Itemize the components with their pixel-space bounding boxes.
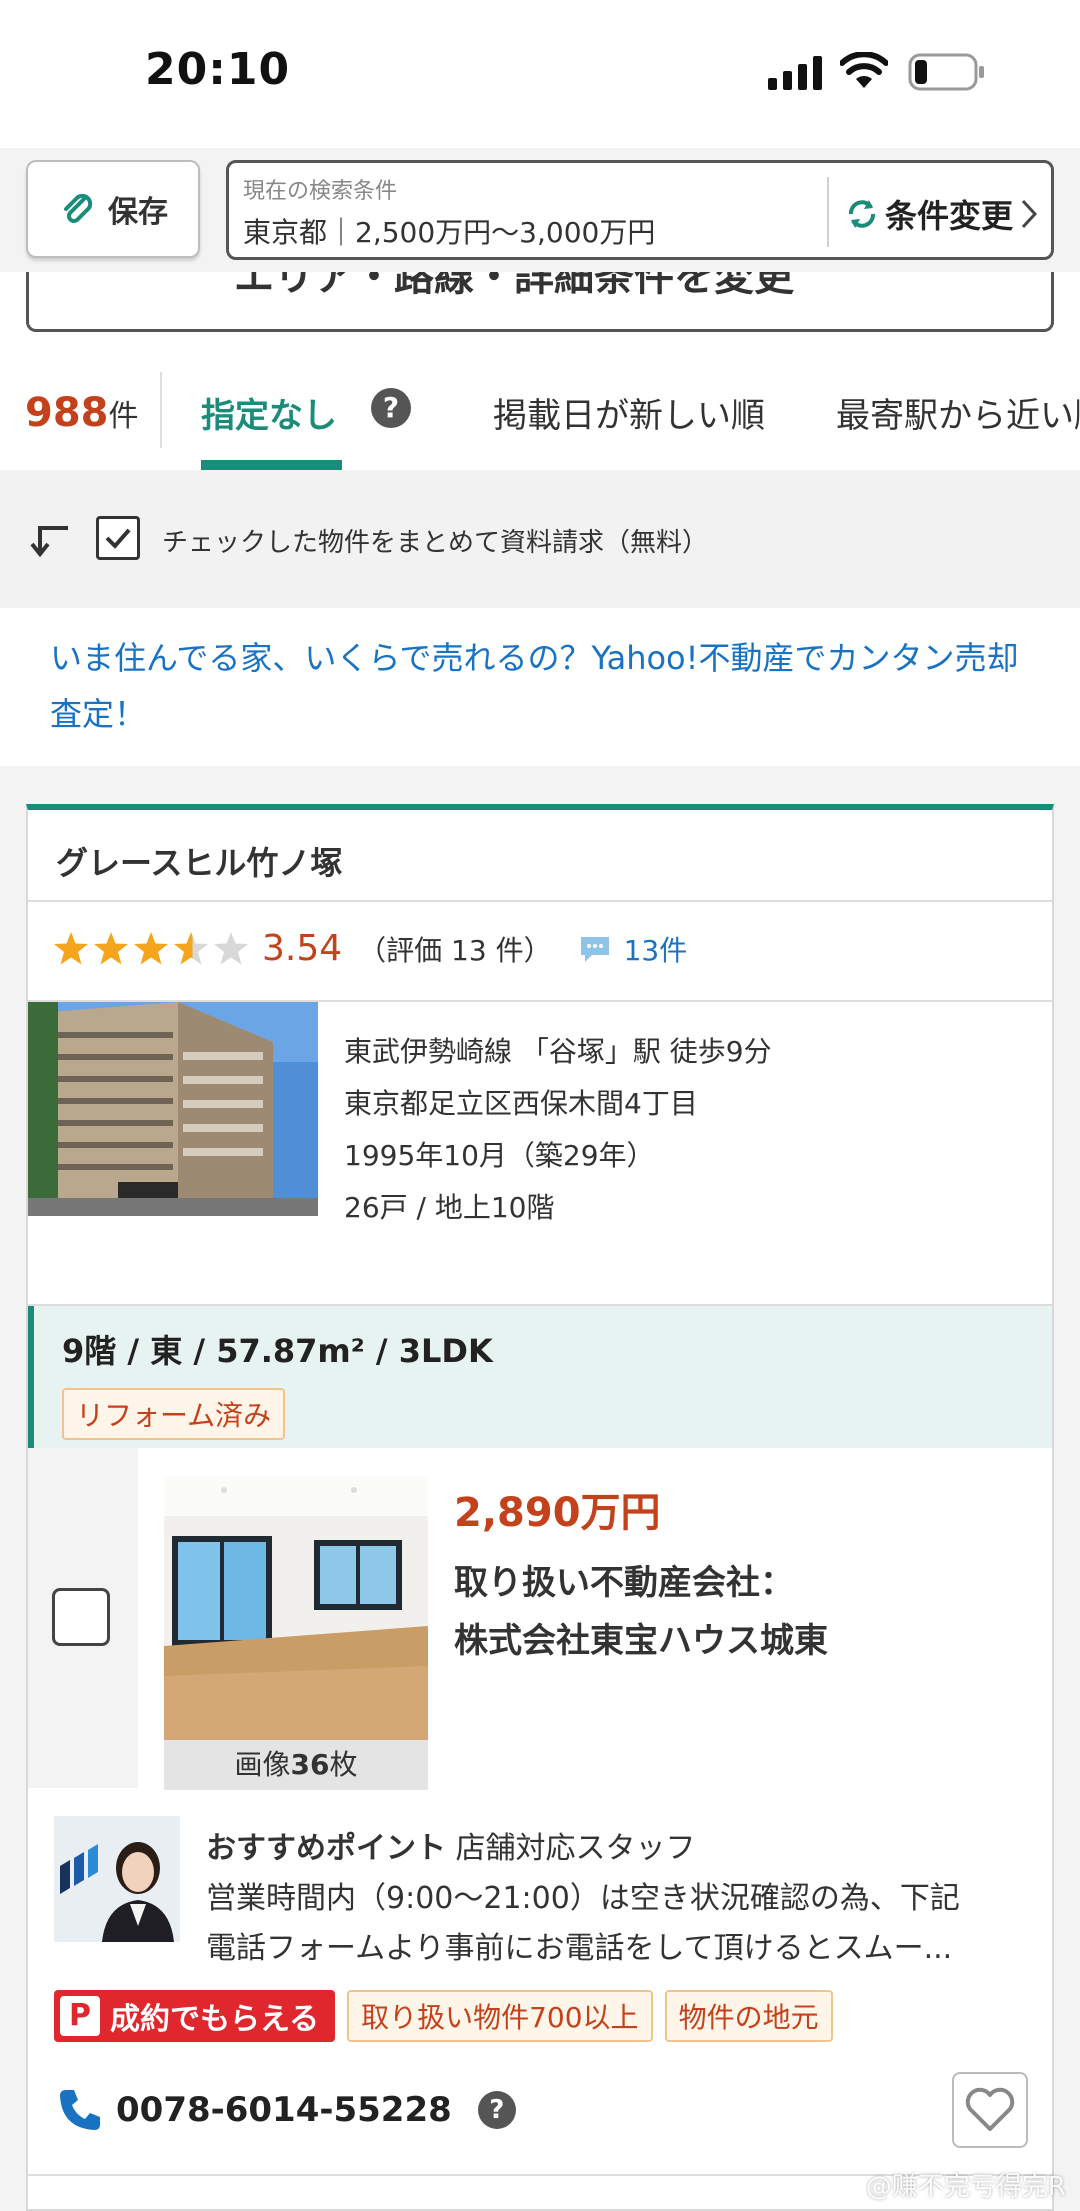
divider [160,372,162,448]
status-bar: 20:10 [0,0,1080,148]
phone-number[interactable]: 0078-6014-55228 [116,2090,452,2130]
image-caption-suffix: 枚 [329,1748,358,1781]
bulk-request-label[interactable]: チェックした物件をまとめて資料請求（無料） [162,522,708,559]
paypay-badge-label: 成約でもらえる [110,2002,320,2037]
renovated-tag: リフォーム済み [62,1388,286,1440]
chevron-right-icon [1021,199,1038,229]
property-card: グレースヒル竹ノ塚 3.54 （評価 13 件） 13件 東武伊勢崎線 「谷塚」… [26,804,1054,2211]
sort-bar: 988件 指定なし ? 掲載日が新しい順 最寄駅から近い順 [0,350,1080,470]
local-tag: 物件の地元 [664,1990,833,2042]
built-date-text: 1995年10月（築29年） [344,1139,655,1172]
paypay-badge: P 成約でもらえる [54,1990,336,2042]
bulk-request-bar: チェックした物件をまとめて資料請求（無料） [0,470,1080,608]
room-photo[interactable] [164,1476,428,1740]
address-text: 東京都足立区西保木間4丁目 [344,1087,698,1120]
tab-nearest-station[interactable]: 最寄駅から近い順 [836,388,1080,437]
phone-contact[interactable]: 0078-6014-55228 ? [56,2086,516,2134]
active-tab-indicator [201,460,342,470]
building-photo[interactable] [28,1002,318,1216]
tab-unspecified[interactable]: 指定なし [201,388,337,437]
property-checkbox[interactable] [52,1588,110,1646]
promo-banner: いま住んでる家、いくらで売れるの？Yahoo!不動産でカンタン売却査定！ [0,608,1080,766]
comment-icon [580,936,609,962]
image-count-caption[interactable]: 画像36枚 [164,1740,428,1790]
cellular-signal-icon [768,56,822,90]
rating-row: 3.54 （評価 13 件） 13件 [52,928,687,969]
agency-label: 取り扱い不動産会社： [454,1563,794,1603]
help-icon[interactable]: ? [371,388,411,428]
property-name[interactable]: グレースヒル竹ノ塚 [56,838,342,884]
units-floors-text: 26戸 / 地上10階 [344,1191,555,1224]
change-conditions-button[interactable]: 条件変更 [845,191,1039,237]
select-column [28,1448,138,1788]
image-count: 36 [290,1748,330,1781]
search-conditions[interactable]: 現在の検索条件 東京都｜2,500万円〜3,000万円 条件変更 [226,160,1054,260]
favorite-button[interactable] [952,2072,1028,2148]
rating-count: （評価 13 件） [358,933,552,967]
result-count: 988件 [25,390,139,436]
save-button[interactable]: 保存 [26,160,200,258]
listing-count-tag: 取り扱い物件700以上 [347,1990,653,2042]
change-conditions-label: 条件変更 [885,197,1014,235]
paypay-icon: P [60,1996,100,2036]
agency-info: 取り扱い不動産会社： 株式会社東宝ハウス城東 [454,1554,828,1670]
star-rating-icon [54,931,248,964]
area-route-detail-button[interactable]: エリア・路線・詳細条件を変更 [26,272,1054,332]
unit-spec: 9階 / 東 / 57.87m² / 3LDK [62,1332,493,1370]
tab-newest[interactable]: 掲載日が新しい順 [493,388,765,437]
rating-score: 3.54 [262,928,343,969]
building-info: 東武伊勢崎線 「谷塚」駅 徒歩9分 東京都足立区西保木間4丁目 1995年10月… [344,1026,772,1234]
recommend-staff: 店舗対応スタッフ [455,1831,696,1866]
divider [827,177,829,247]
status-time: 20:10 [145,44,291,95]
bulk-checkbox[interactable] [96,516,140,560]
battery-icon [908,53,984,91]
save-label: 保存 [108,195,168,230]
area-button-label: エリア・路線・詳細条件を変更 [234,272,794,300]
wifi-icon [840,52,888,88]
recommend-title: おすすめポイント [206,1831,446,1866]
conditions-value: 東京都｜2,500万円〜3,000万円 [243,216,656,249]
heart-icon [965,2087,1015,2131]
return-arrow-icon [30,526,68,558]
checkmark-icon [105,528,131,549]
paperclip-icon [64,193,93,223]
search-header: 保存 現在の検索条件 東京都｜2,500万円〜3,000万円 条件変更 [0,148,1080,272]
watermark: @赚不完亏得完R [865,2172,1066,2202]
staff-photo [54,1816,180,1942]
recommend-line-1: 営業時間内（9:00〜21:00）は空き状況確認の為、下記 [206,1881,960,1916]
conditions-caption: 現在の検索条件 [243,179,398,204]
recommend-line-2: 電話フォームより事前にお電話をして頂けるとスムー... [206,1931,953,1966]
recommend-point: おすすめポイント 店舗対応スタッフ 営業時間内（9:00〜21:00）は空き状況… [206,1824,1036,1974]
image-caption-prefix: 画像 [234,1748,291,1781]
badge-row: P 成約でもらえる 取り扱い物件700以上 物件の地元 [54,1990,833,2042]
result-count-number: 988 [25,390,109,436]
divider [28,900,1052,902]
refresh-icon [849,200,875,228]
agency-name: 株式会社東宝ハウス城東 [454,1621,828,1661]
help-icon[interactable]: ? [477,2091,516,2129]
access-text: 東武伊勢崎線 「谷塚」駅 徒歩9分 [344,1035,772,1068]
reviews-link[interactable]: 13件 [624,929,688,969]
phone-icon [60,2090,100,2130]
unit-header: 9階 / 東 / 57.87m² / 3LDK リフォーム済み [28,1306,1052,1448]
result-count-unit: 件 [108,399,139,434]
promo-link[interactable]: いま住んでる家、いくらで売れるの？Yahoo!不動産でカンタン売却査定！ [50,630,1050,742]
price: 2,890万円 [454,1490,661,1536]
